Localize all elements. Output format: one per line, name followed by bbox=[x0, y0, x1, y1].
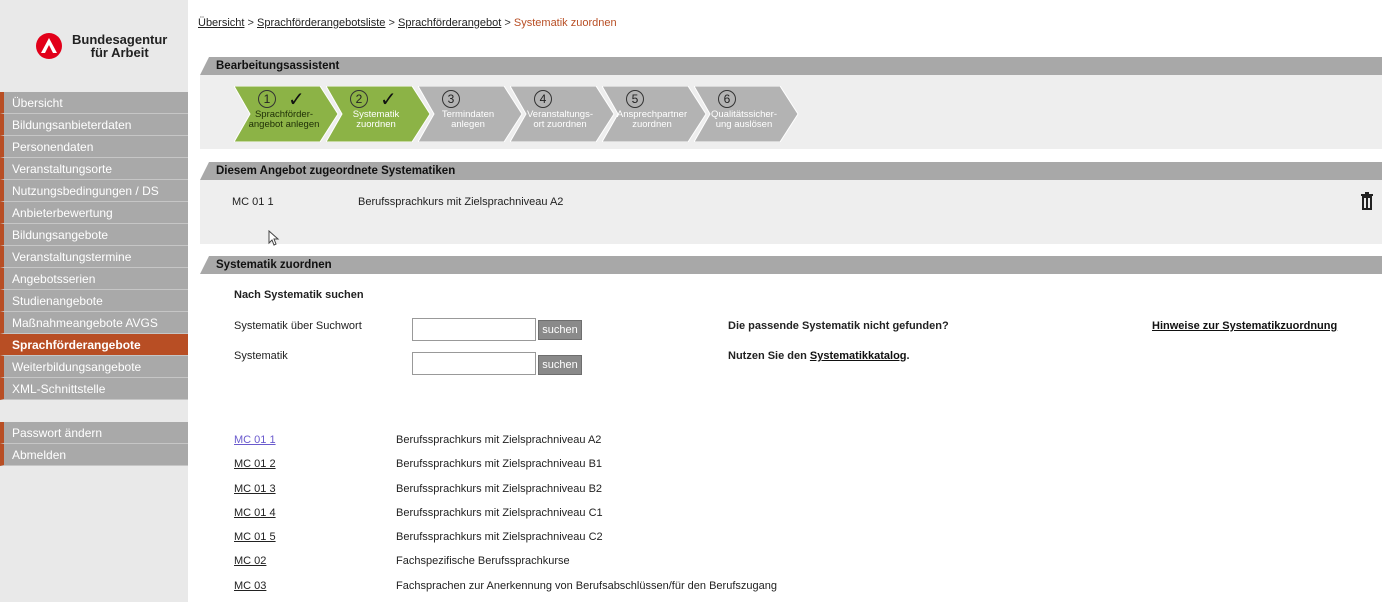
breadcrumb-item-sprachfoerderangebotsliste[interactable]: Sprachförderangebotsliste bbox=[257, 17, 385, 29]
sidebar-item-12[interactable]: Weiterbildungsangebote bbox=[0, 356, 188, 378]
result-code-link[interactable]: MC 01 5 bbox=[234, 531, 276, 543]
search-heading: Nach Systematik suchen bbox=[234, 289, 364, 301]
breadcrumb-item-sprachfoerderangebot[interactable]: Sprachförderangebot bbox=[398, 17, 501, 29]
trash-icon[interactable] bbox=[1360, 192, 1374, 210]
result-row: MC 03 Fachsprachen zur Anerkennung von Be… bbox=[234, 580, 1334, 602]
assigned-panel bbox=[200, 180, 1382, 244]
ba-logo-text: Bundesagentur für Arbeit bbox=[72, 33, 167, 59]
catalog-hint: Nutzen Sie den Systematikkatalog. bbox=[728, 350, 910, 362]
wizard-header: Bearbeitungsassistent bbox=[200, 57, 1382, 75]
assign-header: Systematik zuordnen bbox=[200, 256, 1382, 274]
wizard-step-label-line2: anlegen bbox=[451, 119, 485, 130]
assigned-header: Diesem Angebot zugeordnete Systematiken bbox=[200, 162, 1382, 180]
result-row: MC 01 3 Berufssprachkurs mit Zielsprachni… bbox=[234, 483, 1334, 507]
result-code-link[interactable]: MC 01 2 bbox=[234, 458, 276, 470]
wizard-step-2[interactable]: 2 ✓ Systematik zuordnen bbox=[326, 86, 431, 142]
assigned-code: MC 01 1 bbox=[232, 196, 274, 208]
ba-logo[interactable]: Bundesagentur für Arbeit bbox=[36, 26, 167, 66]
wizard-step-label: Qualitätssicher-ung auslösen bbox=[704, 110, 784, 130]
wizard-step-label-line2: zuordnen bbox=[356, 119, 396, 130]
systematik-label: Systematik bbox=[234, 350, 288, 362]
breadcrumb-separator: > bbox=[504, 17, 514, 29]
sidebar-secondary-item-0[interactable]: Passwort ändern bbox=[0, 422, 188, 444]
not-found-text: Die passende Systematik nicht gefunden? bbox=[728, 320, 949, 332]
result-description: Berufssprachkurs mit Zielsprachniveau B1 bbox=[396, 458, 603, 471]
result-description: Berufssprachkurs mit Zielsprachniveau C1 bbox=[396, 506, 603, 519]
result-row: MC 02 Fachspezifische Berufssprachkurse bbox=[234, 555, 1334, 579]
sidebar-nav-secondary: Passwort ändern Abmelden bbox=[0, 422, 188, 466]
sidebar-item-8[interactable]: Angebotsserien bbox=[0, 268, 188, 290]
keyword-search-button[interactable]: suchen bbox=[538, 320, 582, 340]
result-description: Berufssprachkurs mit Zielsprachniveau A2 bbox=[396, 434, 602, 446]
result-description: Fachsprachen zur Anerkennung von Berufsa… bbox=[396, 579, 777, 592]
result-code-link[interactable]: MC 01 4 bbox=[234, 507, 276, 519]
wizard-step-3[interactable]: 3 Termindaten anlegen bbox=[418, 86, 523, 142]
main-content: Übersicht > Sprachförderangebotsliste > … bbox=[198, 0, 1382, 602]
result-code-link[interactable]: MC 01 3 bbox=[234, 483, 276, 495]
keyword-input[interactable] bbox=[412, 318, 536, 341]
sidebar-item-10[interactable]: Maßnahmeangebote AVGS bbox=[0, 312, 188, 334]
wizard-step-5[interactable]: 5 Ansprechpartner zuordnen bbox=[602, 86, 707, 142]
wizard-step-label: Sprachförder-angebot anlegen bbox=[244, 110, 324, 130]
wizard-step-label: Systematik zuordnen bbox=[336, 110, 416, 130]
wizard-step-label-line2: ort zuordnen bbox=[533, 119, 587, 130]
sidebar-item-5[interactable]: Anbieterbewertung bbox=[0, 202, 188, 224]
wizard-step-number: 4 bbox=[534, 90, 552, 108]
sidebar: Bundesagentur für Arbeit Übersicht Bildun… bbox=[0, 0, 188, 602]
wizard-step-6[interactable]: 6 Qualitätssicher-ung auslösen bbox=[694, 86, 799, 142]
catalog-hint-suffix: . bbox=[906, 350, 910, 362]
sidebar-item-11[interactable]: Sprachförderangebote bbox=[0, 334, 188, 356]
wizard-step-4[interactable]: 4 Veranstaltungs-ort zuordnen bbox=[510, 86, 615, 142]
breadcrumb-separator: > bbox=[247, 17, 258, 29]
result-code-link[interactable]: MC 02 bbox=[234, 555, 266, 567]
sidebar-item-3[interactable]: Veranstaltungsorte bbox=[0, 158, 188, 180]
result-description: Berufssprachkurs mit Zielsprachniveau C2 bbox=[396, 531, 603, 544]
sidebar-item-7[interactable]: Veranstaltungstermine bbox=[0, 246, 188, 268]
ba-logo-icon bbox=[36, 33, 62, 59]
wizard-step-label-line2: zuordnen bbox=[632, 119, 672, 130]
result-description: Berufssprachkurs mit Zielsprachniveau B2 bbox=[396, 482, 603, 495]
sidebar-item-4[interactable]: Nutzungsbedingungen / DS bbox=[0, 180, 188, 202]
wizard-step-label-line2: ung auslösen bbox=[715, 119, 773, 130]
catalog-hint-prefix: Nutzen Sie den bbox=[728, 350, 810, 362]
wizard-step-label: Ansprechpartner zuordnen bbox=[612, 110, 692, 130]
systematikkatalog-link[interactable]: Systematikkatalog bbox=[810, 350, 907, 362]
wizard-step-number: 6 bbox=[718, 90, 736, 108]
sidebar-item-9[interactable]: Studienangebote bbox=[0, 290, 188, 312]
sidebar-item-13[interactable]: XML-Schnittstelle bbox=[0, 378, 188, 400]
wizard-step-number: 2 bbox=[350, 90, 368, 108]
sidebar-secondary-item-1[interactable]: Abmelden bbox=[0, 444, 188, 466]
breadcrumb-item-uebersicht[interactable]: Übersicht bbox=[198, 17, 244, 29]
wizard-step-label: Termindaten anlegen bbox=[428, 110, 508, 130]
wizard-step-1[interactable]: 1 ✓ Sprachförder-angebot anlegen bbox=[234, 86, 339, 142]
result-row: MC 01 2 Berufssprachkurs mit Zielsprachni… bbox=[234, 458, 1334, 482]
mouse-cursor-icon bbox=[268, 229, 280, 246]
systematik-search-button[interactable]: suchen bbox=[538, 355, 582, 375]
breadcrumb-separator: > bbox=[388, 17, 398, 29]
sidebar-item-0[interactable]: Übersicht bbox=[0, 92, 188, 114]
wizard-step-number: 3 bbox=[442, 90, 460, 108]
sidebar-nav: Übersicht Bildungsanbieterdaten Personenda… bbox=[0, 92, 188, 400]
sidebar-item-2[interactable]: Personendaten bbox=[0, 136, 188, 158]
results-list: MC 01 1 Berufssprachkurs mit Zielsprachni… bbox=[234, 434, 1334, 602]
sidebar-item-6[interactable]: Bildungsangebote bbox=[0, 224, 188, 246]
sidebar-item-1[interactable]: Bildungsanbieterdaten bbox=[0, 114, 188, 136]
breadcrumb: Übersicht > Sprachförderangebotsliste > … bbox=[198, 17, 617, 29]
wizard-step-label: Veranstaltungs-ort zuordnen bbox=[520, 110, 600, 130]
brand-line2: für Arbeit bbox=[90, 45, 149, 60]
wizard-step-label-line2: angebot anlegen bbox=[248, 119, 320, 130]
systematik-input[interactable] bbox=[412, 352, 536, 375]
assigned-description: Berufssprachkurs mit Zielsprachniveau A2 bbox=[358, 196, 564, 208]
result-row: MC 01 1 Berufssprachkurs mit Zielsprachni… bbox=[234, 434, 1334, 458]
result-row: MC 01 5 Berufssprachkurs mit Zielsprachni… bbox=[234, 531, 1334, 555]
keyword-label: Systematik über Suchwort bbox=[234, 320, 362, 332]
help-link[interactable]: Hinweise zur Systematikzuordnung bbox=[1152, 320, 1337, 332]
result-row: MC 01 4 Berufssprachkurs mit Zielsprachni… bbox=[234, 507, 1334, 531]
result-code-link[interactable]: MC 01 1 bbox=[234, 434, 276, 446]
breadcrumb-current: Systematik zuordnen bbox=[513, 17, 617, 29]
wizard-step-number: 5 bbox=[626, 90, 644, 108]
wizard-step-number: 1 bbox=[258, 90, 276, 108]
result-code-link[interactable]: MC 03 bbox=[234, 580, 266, 592]
result-description: Fachspezifische Berufssprachkurse bbox=[396, 555, 570, 568]
